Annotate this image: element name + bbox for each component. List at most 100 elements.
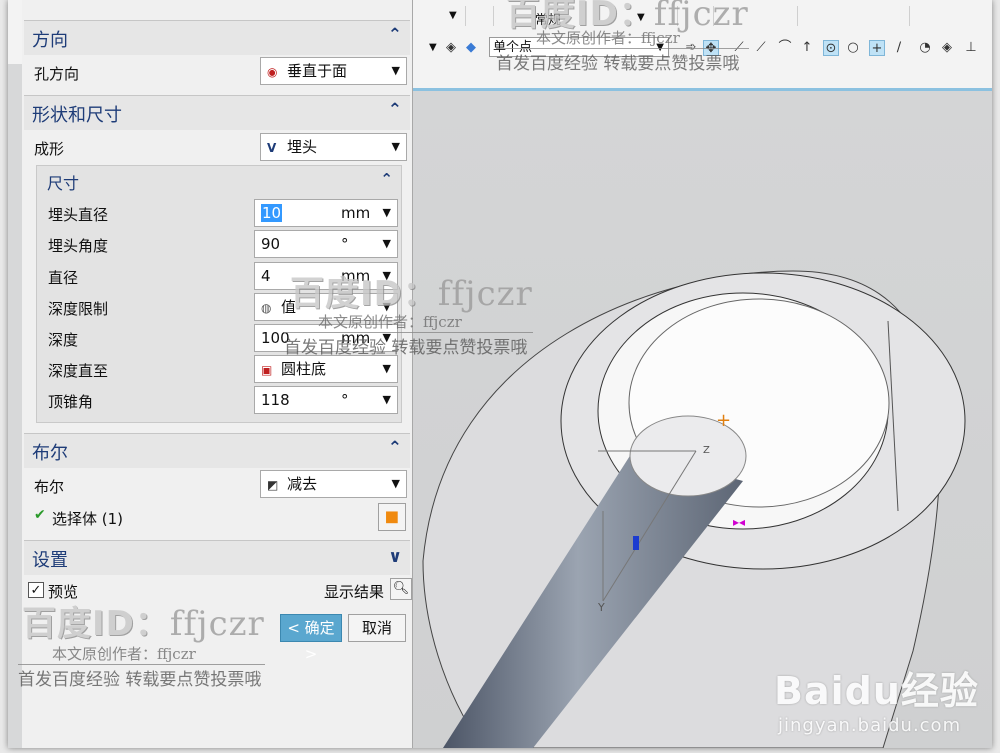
point-on-face-icon[interactable]: ◔ <box>917 40 933 56</box>
svg-text:▸◂: ▸◂ <box>733 515 745 529</box>
cancel-button[interactable]: 取消 <box>348 614 406 642</box>
chevron-down-icon[interactable]: ▼ <box>383 231 391 257</box>
depth-to-select[interactable]: ▣ 圆柱底 ▼ <box>254 355 398 383</box>
top-left-strip <box>8 0 22 64</box>
more-icon[interactable]: ⋮ <box>985 40 993 56</box>
control-point-icon[interactable]: ⌒ <box>777 40 793 56</box>
toolbar-separator <box>909 6 910 26</box>
cube-icon: ◼ <box>384 506 400 527</box>
watermark-top: 百度ID：ffjczr 本文原创作者：ffjczr 首发百度经验 转载要点赞投票… <box>496 0 749 74</box>
show-result-label: 显示结果 <box>324 583 385 601</box>
section-direction[interactable]: 方向 ⌃ <box>24 20 410 55</box>
point-on-curve-icon[interactable]: ∕ <box>891 40 907 56</box>
countersink-icon: V <box>267 141 277 155</box>
chevron-up-icon[interactable]: ⌃ <box>380 170 393 188</box>
chevron-down-icon[interactable]: ▼ <box>449 10 457 21</box>
app-window: ▼ 常规 ▼ ▼ ◈ ◆ 单个点 ▼ ➾ ✥ ⟋ ⟋ ⌒ ↑ ⊙ ○ + ∕ ◔… <box>8 0 992 748</box>
depth-to-value: 圆柱底 <box>281 360 327 378</box>
toolbar-separator <box>465 6 466 26</box>
watermark-id: 百度ID：ffjczr <box>22 596 265 645</box>
toolbar-separator <box>493 6 494 26</box>
chevron-down-icon[interactable]: ▼ <box>383 387 391 413</box>
chevron-down-icon: ▼ <box>382 362 391 375</box>
hole-direction-label: 孔方向 <box>34 65 80 83</box>
depth-label: 深度 <box>48 331 79 349</box>
graphics-viewport[interactable]: + Y Z ▸◂ <box>413 91 992 748</box>
bounded-point-icon[interactable]: ◈ <box>939 40 955 56</box>
countersink-diameter-label: 埋头直径 <box>48 206 109 224</box>
watermark-id-prefix: 百度ID： <box>22 604 170 644</box>
arc-center-icon[interactable]: ⊙ <box>823 40 839 56</box>
body-filter-icon[interactable]: ◆ <box>463 40 479 56</box>
chevron-down-icon: ▼ <box>391 477 400 490</box>
section-title: 布尔 <box>32 443 68 464</box>
cylinder-bottom-icon: ▣ <box>261 363 273 377</box>
watermark-note: 首发百度经验 转载要点赞投票哦 <box>18 664 265 690</box>
countersink-diameter-value: 10 <box>261 204 283 222</box>
watermark-note: 首发百度经验 转载要点赞投票哦 <box>284 332 533 358</box>
svg-text:+: + <box>716 410 731 431</box>
toolbar-separator <box>797 6 798 26</box>
diameter-value: 4 <box>261 267 271 285</box>
face-filter-icon[interactable]: ◈ <box>443 40 459 56</box>
hole-direction-value: 垂直于面 <box>287 62 348 80</box>
diameter-label: 直径 <box>48 269 79 287</box>
section-title: 设置 <box>32 550 68 571</box>
chevron-down-icon[interactable]: ▼ <box>429 42 437 53</box>
watermark-id-prefix: 百度ID： <box>290 274 438 314</box>
countersink-diameter-input[interactable]: 10 mm ▼ <box>254 199 398 227</box>
normal-to-face-icon: ◉ <box>267 65 278 79</box>
boolean-value: 减去 <box>287 475 318 493</box>
form-select[interactable]: V 埋头 ▼ <box>260 133 407 161</box>
chevron-down-icon[interactable]: ▼ <box>383 200 391 226</box>
watermark-author: 本文原创作者：ffjczr <box>52 645 196 663</box>
unit: ° <box>341 235 349 253</box>
point-icon[interactable]: ⊥ <box>963 40 979 56</box>
value-icon: ◍ <box>261 301 272 315</box>
chevron-down-icon[interactable]: ∨ <box>388 547 402 567</box>
svg-text:Y: Y <box>597 601 605 614</box>
model-view: + Y Z ▸◂ <box>422 270 966 748</box>
check-icon: ✔ <box>34 507 46 523</box>
watermark-id: 百度ID：ffjczr <box>290 266 533 315</box>
section-shape[interactable]: 形状和尺寸 ⌃ <box>24 95 410 130</box>
chevron-up-icon[interactable]: ⌃ <box>388 100 402 120</box>
chevron-down-icon: ▼ <box>391 140 400 153</box>
quadrant-icon[interactable]: ○ <box>845 40 861 56</box>
select-body-button[interactable]: ◼ <box>378 503 406 531</box>
depth-limit-label: 深度限制 <box>48 300 109 318</box>
watermark-id-name: ffjczr <box>437 274 533 314</box>
watermark-bottom: 百度ID：ffjczr 本文原创作者：ffjczr 首发百度经验 转载要点赞投票… <box>18 596 265 690</box>
existing-point-icon[interactable]: + <box>869 40 885 56</box>
tip-angle-input[interactable]: 118 ° ▼ <box>254 386 398 414</box>
hole-direction-select[interactable]: ◉ 垂直于面 ▼ <box>260 57 407 85</box>
tip-angle-label: 顶锥角 <box>48 393 94 411</box>
form-label: 成形 <box>34 140 65 158</box>
depth-to-label: 深度直至 <box>48 362 109 380</box>
countersink-angle-input[interactable]: 90 ° ▼ <box>254 230 398 258</box>
ok-button[interactable]: < 确定 > <box>280 614 342 663</box>
form-value: 埋头 <box>287 138 318 156</box>
mid-point-icon[interactable]: ⟋ <box>753 40 769 56</box>
countersink-angle-value: 90 <box>261 235 281 253</box>
boolean-select[interactable]: ◩ 减去 ▼ <box>260 470 407 498</box>
tip-angle-value: 118 <box>261 391 290 409</box>
chevron-up-icon[interactable]: ⌃ <box>388 438 402 458</box>
subtract-icon: ◩ <box>267 478 279 492</box>
select-body-label[interactable]: 选择体 (1) <box>52 508 123 529</box>
watermark-id-name: ffjczr <box>169 604 265 644</box>
baidu-logo-text: Baidu经验 <box>774 669 979 713</box>
section-settings[interactable]: 设置 ∨ <box>24 540 410 575</box>
section-boolean[interactable]: 布尔 ⌃ <box>24 433 410 468</box>
show-result-button[interactable]: 🔍︎ <box>390 578 412 600</box>
watermark-middle: 百度ID：ffjczr 本文原创作者：ffjczr 首发百度经验 转载要点赞投票… <box>284 266 533 358</box>
svg-text:Z: Z <box>703 445 710 456</box>
section-title: 方向 <box>32 30 68 51</box>
baidu-url: jingyan.baidu.com <box>778 715 962 736</box>
section-title: 形状和尺寸 <box>32 105 122 126</box>
boolean-label: 布尔 <box>34 478 65 496</box>
chevron-up-icon[interactable]: ⌃ <box>388 25 402 45</box>
dimensions-title: 尺寸 <box>47 174 80 193</box>
intersection-icon[interactable]: ↑ <box>799 40 815 56</box>
watermark-note: 首发百度经验 转载要点赞投票哦 <box>496 48 749 74</box>
